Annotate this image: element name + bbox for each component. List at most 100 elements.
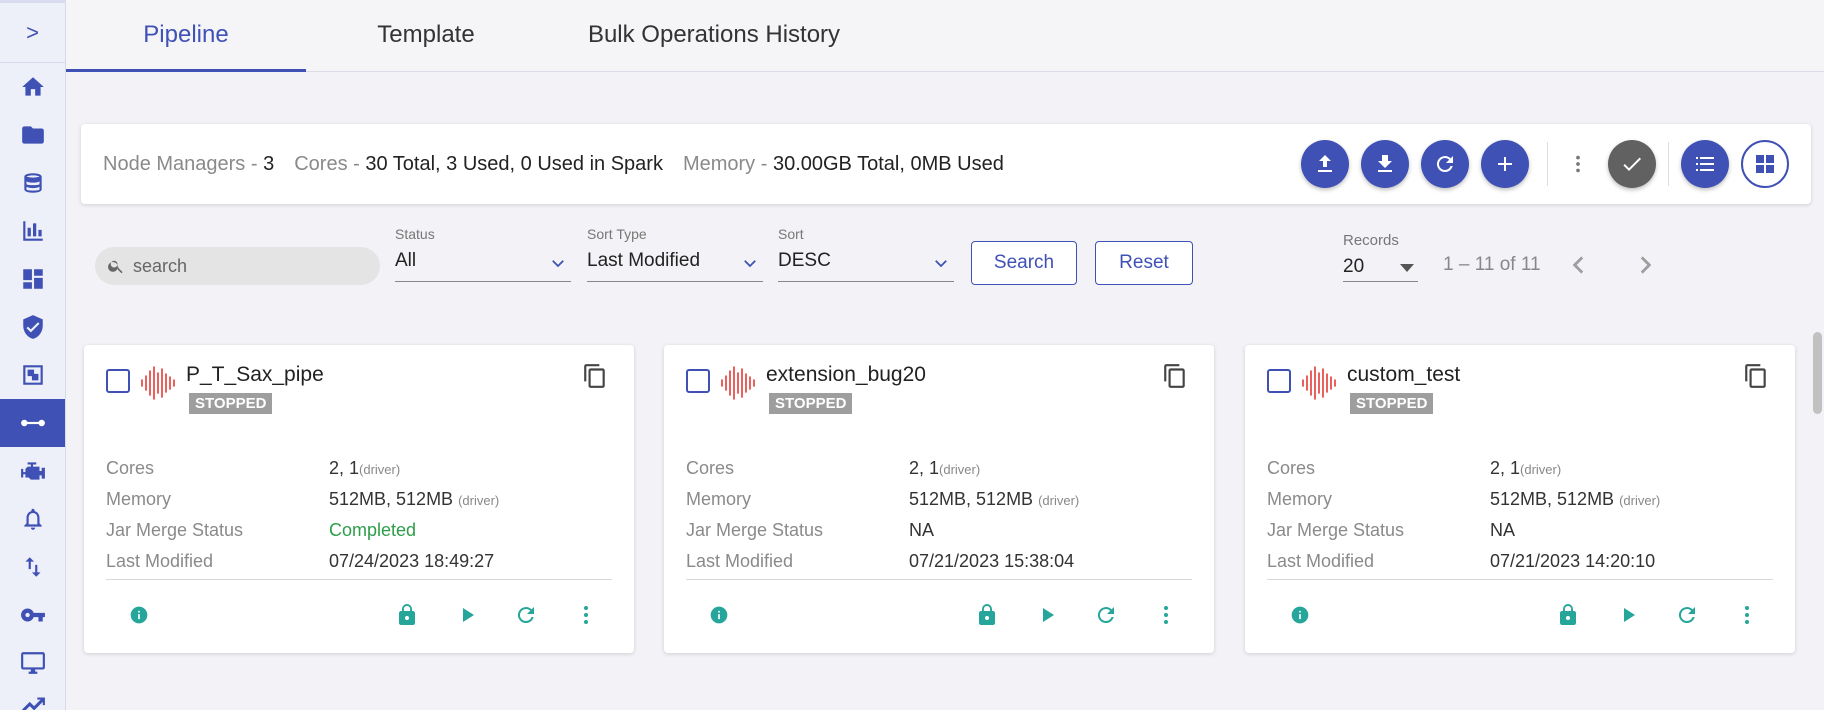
last-modified-label: Last Modified [106, 551, 214, 571]
list-icon [1696, 157, 1714, 171]
previous-page-button[interactable] [1562, 248, 1596, 282]
last-modified-label: Last Modified [1267, 551, 1375, 571]
start-button[interactable] [1031, 597, 1063, 633]
search-input[interactable] [133, 255, 363, 277]
pipeline-name[interactable]: custom_test [1347, 363, 1460, 387]
sort-type-select[interactable]: Sort Type Last Modified [587, 226, 763, 282]
restart-button[interactable] [510, 597, 542, 633]
sidebar-item-analytics[interactable] [0, 207, 65, 255]
restart-button[interactable] [1671, 597, 1703, 633]
sidebar-item-trends[interactable] [0, 687, 65, 710]
card-more-options-button[interactable] [570, 597, 602, 633]
next-page-button[interactable] [1628, 248, 1662, 282]
card-actions [106, 597, 612, 633]
memory-value: 512MB, 512MB (driver) [1490, 489, 1661, 509]
download-button[interactable] [1361, 140, 1409, 188]
lock-icon [979, 604, 995, 625]
plus-icon [1498, 157, 1512, 171]
more-options-button[interactable] [1560, 140, 1596, 188]
copy-icon[interactable] [582, 363, 608, 389]
tab-template[interactable]: Template [306, 0, 546, 71]
sidebar-item-notifications[interactable] [0, 495, 65, 543]
shield-check-icon [22, 315, 43, 339]
layers-icon [22, 365, 43, 385]
status-select[interactable]: Status All [395, 226, 571, 282]
sidebar-item-transfer[interactable] [0, 543, 65, 591]
lock-icon [1560, 604, 1576, 625]
restart-button[interactable] [1090, 597, 1122, 633]
sidebar-item-monitor[interactable] [0, 639, 65, 687]
refresh-icon [1678, 607, 1695, 624]
pipeline-select-checkbox[interactable] [1267, 369, 1291, 393]
folder-icon [21, 126, 44, 144]
info-icon [710, 606, 728, 624]
chevron-down-icon [741, 254, 756, 268]
sidebar-item-home[interactable] [0, 63, 65, 111]
list-view-button[interactable] [1681, 140, 1729, 188]
refresh-button[interactable] [1421, 140, 1469, 188]
pipeline-select-checkbox[interactable] [106, 369, 130, 393]
pipeline-name[interactable]: extension_bug20 [766, 363, 926, 387]
pipeline-details: Cores 2, 1(driver) Memory 512MB, 512MB (… [686, 453, 1186, 577]
sidebar-item-pipeline[interactable] [0, 399, 65, 447]
lock-button[interactable] [971, 597, 1003, 633]
sidebar-item-keys[interactable] [0, 591, 65, 639]
pipeline-card[interactable]: P_T_Sax_pipe STOPPED Cores 2, 1(driver) … [84, 345, 634, 653]
upload-button[interactable] [1301, 140, 1349, 188]
chevron-right-icon [1640, 256, 1652, 274]
lock-button[interactable] [1552, 597, 1584, 633]
jar-merge-status-value: NA [1490, 520, 1516, 540]
jar-merge-status-label: Jar Merge Status [1267, 520, 1405, 540]
check-icon [1623, 157, 1641, 171]
info-button[interactable] [123, 597, 155, 633]
cluster-info-bar: Node Managers - 3 Cores - 30 Total, 3 Us… [81, 124, 1811, 204]
pipeline-select-checkbox[interactable] [686, 369, 710, 393]
start-button[interactable] [451, 597, 483, 633]
sidebar-item-layers[interactable] [0, 351, 65, 399]
sidebar-item-engine[interactable] [0, 447, 65, 495]
upload-icon [1318, 155, 1332, 172]
copy-icon[interactable] [1743, 363, 1769, 389]
copy-icon[interactable] [1162, 363, 1188, 389]
status-badge: STOPPED [1350, 393, 1434, 414]
search-button-label: Search [993, 252, 1055, 273]
card-more-options-button[interactable] [1731, 597, 1763, 633]
tab-bulk-operations-history[interactable]: Bulk Operations History [546, 0, 882, 71]
info-button[interactable] [1284, 597, 1316, 633]
lock-button[interactable] [391, 597, 423, 633]
pipeline-card[interactable]: extension_bug20 STOPPED Cores 2, 1(drive… [664, 345, 1214, 653]
sort-order-select[interactable]: Sort DESC [778, 226, 954, 282]
jar-merge-status-value: Completed [329, 520, 417, 540]
start-button[interactable] [1612, 597, 1644, 633]
pipeline-name[interactable]: P_T_Sax_pipe [186, 363, 324, 387]
jar-merge-status-label: Jar Merge Status [106, 520, 244, 540]
sidebar-item-dashboard[interactable] [0, 255, 65, 303]
reset-button[interactable]: Reset [1095, 241, 1193, 285]
memory-row: Memory 512MB, 512MB (driver) [1267, 484, 1767, 515]
info-button[interactable] [703, 597, 735, 633]
scrollbar[interactable] [1813, 332, 1822, 414]
sidebar-item-security[interactable] [0, 303, 65, 351]
sort-type-select-value: Last Modified [587, 250, 701, 271]
waveform-icon [1300, 363, 1340, 403]
records-per-page-select[interactable]: Records 20 [1343, 230, 1418, 282]
select-all-button[interactable] [1608, 140, 1656, 188]
add-pipeline-button[interactable] [1481, 140, 1529, 188]
card-more-options-button[interactable] [1150, 597, 1182, 633]
search-field[interactable] [95, 247, 380, 285]
sort-type-select-label: Sort Type [587, 226, 647, 242]
grid-icon [1756, 155, 1774, 173]
tab-pipeline[interactable]: Pipeline [66, 0, 306, 72]
pipeline-card[interactable]: custom_test STOPPED Cores 2, 1(driver) M… [1245, 345, 1795, 653]
chart-line-icon [21, 697, 45, 710]
reset-button-label: Reset [1119, 252, 1169, 273]
jar-merge-status-value: NA [909, 520, 935, 540]
sidebar-item-folder[interactable] [0, 111, 65, 159]
sidebar-item-database[interactable] [0, 159, 65, 207]
download-icon [1378, 155, 1392, 172]
last-modified-row: Last Modified 07/24/2023 18:49:27 [106, 546, 606, 577]
sidebar-expand-button[interactable]: > [0, 3, 65, 63]
search-button[interactable]: Search [971, 241, 1077, 285]
engine-icon [20, 462, 45, 480]
grid-view-button[interactable] [1741, 140, 1789, 188]
